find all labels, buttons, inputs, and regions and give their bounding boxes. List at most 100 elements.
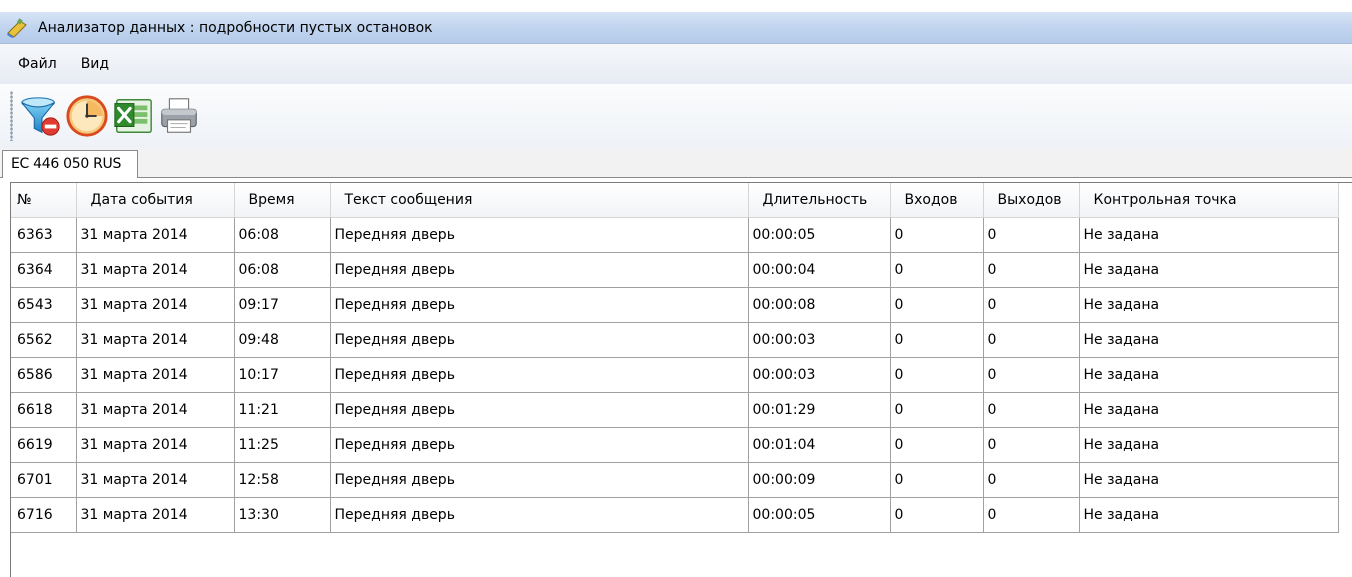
cell-number[interactable]: 6618 xyxy=(11,391,77,428)
cell-event-date[interactable]: 31 марта 2014 xyxy=(75,251,235,288)
table-row[interactable]: 6562 31 марта 2014 09:48 Передняя дверь 00:0… xyxy=(11,321,1339,358)
cell-checkpoint[interactable]: Не задана xyxy=(1078,321,1339,358)
cell-message-text[interactable]: Передняя дверь xyxy=(329,321,749,358)
cell-message-text[interactable]: Передняя дверь xyxy=(329,496,749,533)
cell-time[interactable]: 11:25 xyxy=(233,426,331,463)
data-analyzer-icon xyxy=(7,17,27,38)
cell-exits[interactable]: 0 xyxy=(982,496,1080,533)
cell-message-text[interactable]: Передняя дверь xyxy=(329,391,749,428)
table-row[interactable]: 6363 31 марта 2014 06:08 Передняя дверь 00:0… xyxy=(11,216,1339,253)
column-header-exits[interactable]: Выходов xyxy=(983,183,1080,218)
cell-event-date[interactable]: 31 марта 2014 xyxy=(75,216,235,253)
cell-entries[interactable]: 0 xyxy=(889,496,984,533)
cell-checkpoint[interactable]: Не задана xyxy=(1078,426,1339,463)
cell-duration[interactable]: 00:00:05 xyxy=(747,496,891,533)
cell-message-text[interactable]: Передняя дверь xyxy=(329,356,749,393)
cell-message-text[interactable]: Передняя дверь xyxy=(329,251,749,288)
cell-time[interactable]: 09:48 xyxy=(233,321,331,358)
cell-event-date[interactable]: 31 марта 2014 xyxy=(75,321,235,358)
cell-number[interactable]: 6701 xyxy=(11,461,77,498)
cell-exits[interactable]: 0 xyxy=(982,216,1080,253)
cell-entries[interactable]: 0 xyxy=(889,251,984,288)
cell-checkpoint[interactable]: Не задана xyxy=(1078,391,1339,428)
cell-time[interactable]: 09:17 xyxy=(233,286,331,323)
cell-number[interactable]: 6716 xyxy=(11,496,77,533)
menu-view[interactable]: Вид xyxy=(69,56,121,72)
tab-vehicle[interactable]: EC 446 050 RUS xyxy=(2,150,139,178)
cell-entries[interactable]: 0 xyxy=(889,321,984,358)
cell-checkpoint[interactable]: Не задана xyxy=(1078,496,1339,533)
print-button[interactable] xyxy=(157,91,201,141)
title-bar[interactable]: Анализатор данных : подробности пустых о… xyxy=(0,12,1352,44)
toolbar-grip[interactable] xyxy=(10,91,13,141)
cell-duration[interactable]: 00:00:03 xyxy=(747,321,891,358)
cell-time[interactable]: 12:58 xyxy=(233,461,331,498)
column-header-event-date[interactable]: Дата события xyxy=(76,183,235,218)
cell-exits[interactable]: 0 xyxy=(982,286,1080,323)
cell-entries[interactable]: 0 xyxy=(889,356,984,393)
cell-checkpoint[interactable]: Не задана xyxy=(1078,251,1339,288)
cell-event-date[interactable]: 31 марта 2014 xyxy=(75,391,235,428)
cell-message-text[interactable]: Передняя дверь xyxy=(329,216,749,253)
column-header-time[interactable]: Время xyxy=(234,183,331,218)
column-header-duration[interactable]: Длительность xyxy=(748,183,891,218)
cell-event-date[interactable]: 31 марта 2014 xyxy=(75,356,235,393)
cell-time[interactable]: 06:08 xyxy=(233,251,331,288)
cell-message-text[interactable]: Передняя дверь xyxy=(329,426,749,463)
time-range-button[interactable] xyxy=(65,91,109,141)
column-header-message-text[interactable]: Текст сообщения xyxy=(330,183,749,218)
cell-number[interactable]: 6562 xyxy=(11,321,77,358)
table-row[interactable]: 6619 31 марта 2014 11:25 Передняя дверь 00:0… xyxy=(11,426,1339,463)
cell-time[interactable]: 06:08 xyxy=(233,216,331,253)
cell-event-date[interactable]: 31 марта 2014 xyxy=(75,496,235,533)
cell-exits[interactable]: 0 xyxy=(982,426,1080,463)
cell-duration[interactable]: 00:01:29 xyxy=(747,391,891,428)
table-row[interactable]: 6543 31 марта 2014 09:17 Передняя дверь 00:0… xyxy=(11,286,1339,323)
cell-exits[interactable]: 0 xyxy=(982,356,1080,393)
cell-duration[interactable]: 00:00:09 xyxy=(747,461,891,498)
cell-time[interactable]: 10:17 xyxy=(233,356,331,393)
export-excel-button[interactable] xyxy=(111,91,155,141)
cell-message-text[interactable]: Передняя дверь xyxy=(329,286,749,323)
events-grid[interactable]: № Дата события Время Текст сообщения Длитель… xyxy=(10,182,1352,577)
cell-event-date[interactable]: 31 марта 2014 xyxy=(75,286,235,323)
cell-number[interactable]: 6619 xyxy=(11,426,77,463)
cell-number[interactable]: 6543 xyxy=(11,286,77,323)
cell-entries[interactable]: 0 xyxy=(889,461,984,498)
cell-checkpoint[interactable]: Не задана xyxy=(1078,356,1339,393)
table-row[interactable]: 6364 31 марта 2014 06:08 Передняя дверь 00:0… xyxy=(11,251,1339,288)
cell-number[interactable]: 6363 xyxy=(11,216,77,253)
cell-time[interactable]: 13:30 xyxy=(233,496,331,533)
cell-duration[interactable]: 00:00:08 xyxy=(747,286,891,323)
cell-entries[interactable]: 0 xyxy=(889,286,984,323)
cell-message-text[interactable]: Передняя дверь xyxy=(329,461,749,498)
table-row[interactable]: 6586 31 марта 2014 10:17 Передняя дверь 00:0… xyxy=(11,356,1339,393)
table-row[interactable]: 6716 31 марта 2014 13:30 Передняя дверь 00:0… xyxy=(11,496,1339,533)
cell-entries[interactable]: 0 xyxy=(889,391,984,428)
cell-checkpoint[interactable]: Не задана xyxy=(1078,216,1339,253)
column-header-checkpoint[interactable]: Контрольная точка xyxy=(1079,183,1339,218)
cell-duration[interactable]: 00:00:04 xyxy=(747,251,891,288)
cell-exits[interactable]: 0 xyxy=(982,251,1080,288)
cell-checkpoint[interactable]: Не задана xyxy=(1078,461,1339,498)
cell-exits[interactable]: 0 xyxy=(982,461,1080,498)
cell-event-date[interactable]: 31 марта 2014 xyxy=(75,461,235,498)
table-row[interactable]: 6618 31 марта 2014 11:21 Передняя дверь 00:0… xyxy=(11,391,1339,428)
menu-file[interactable]: Файл xyxy=(0,56,69,72)
cell-duration[interactable]: 00:01:04 xyxy=(747,426,891,463)
cell-number[interactable]: 6586 xyxy=(11,356,77,393)
cell-duration[interactable]: 00:00:05 xyxy=(747,216,891,253)
cell-entries[interactable]: 0 xyxy=(889,426,984,463)
cell-number[interactable]: 6364 xyxy=(11,251,77,288)
clear-filter-button[interactable] xyxy=(19,91,63,141)
cell-event-date[interactable]: 31 марта 2014 xyxy=(75,426,235,463)
cell-exits[interactable]: 0 xyxy=(982,321,1080,358)
table-row[interactable]: 6701 31 марта 2014 12:58 Передняя дверь 00:0… xyxy=(11,461,1339,498)
cell-duration[interactable]: 00:00:03 xyxy=(747,356,891,393)
cell-time[interactable]: 11:21 xyxy=(233,391,331,428)
cell-checkpoint[interactable]: Не задана xyxy=(1078,286,1339,323)
cell-entries[interactable]: 0 xyxy=(889,216,984,253)
column-header-number[interactable]: № xyxy=(11,183,77,218)
column-header-entries[interactable]: Входов xyxy=(890,183,984,218)
cell-exits[interactable]: 0 xyxy=(982,391,1080,428)
